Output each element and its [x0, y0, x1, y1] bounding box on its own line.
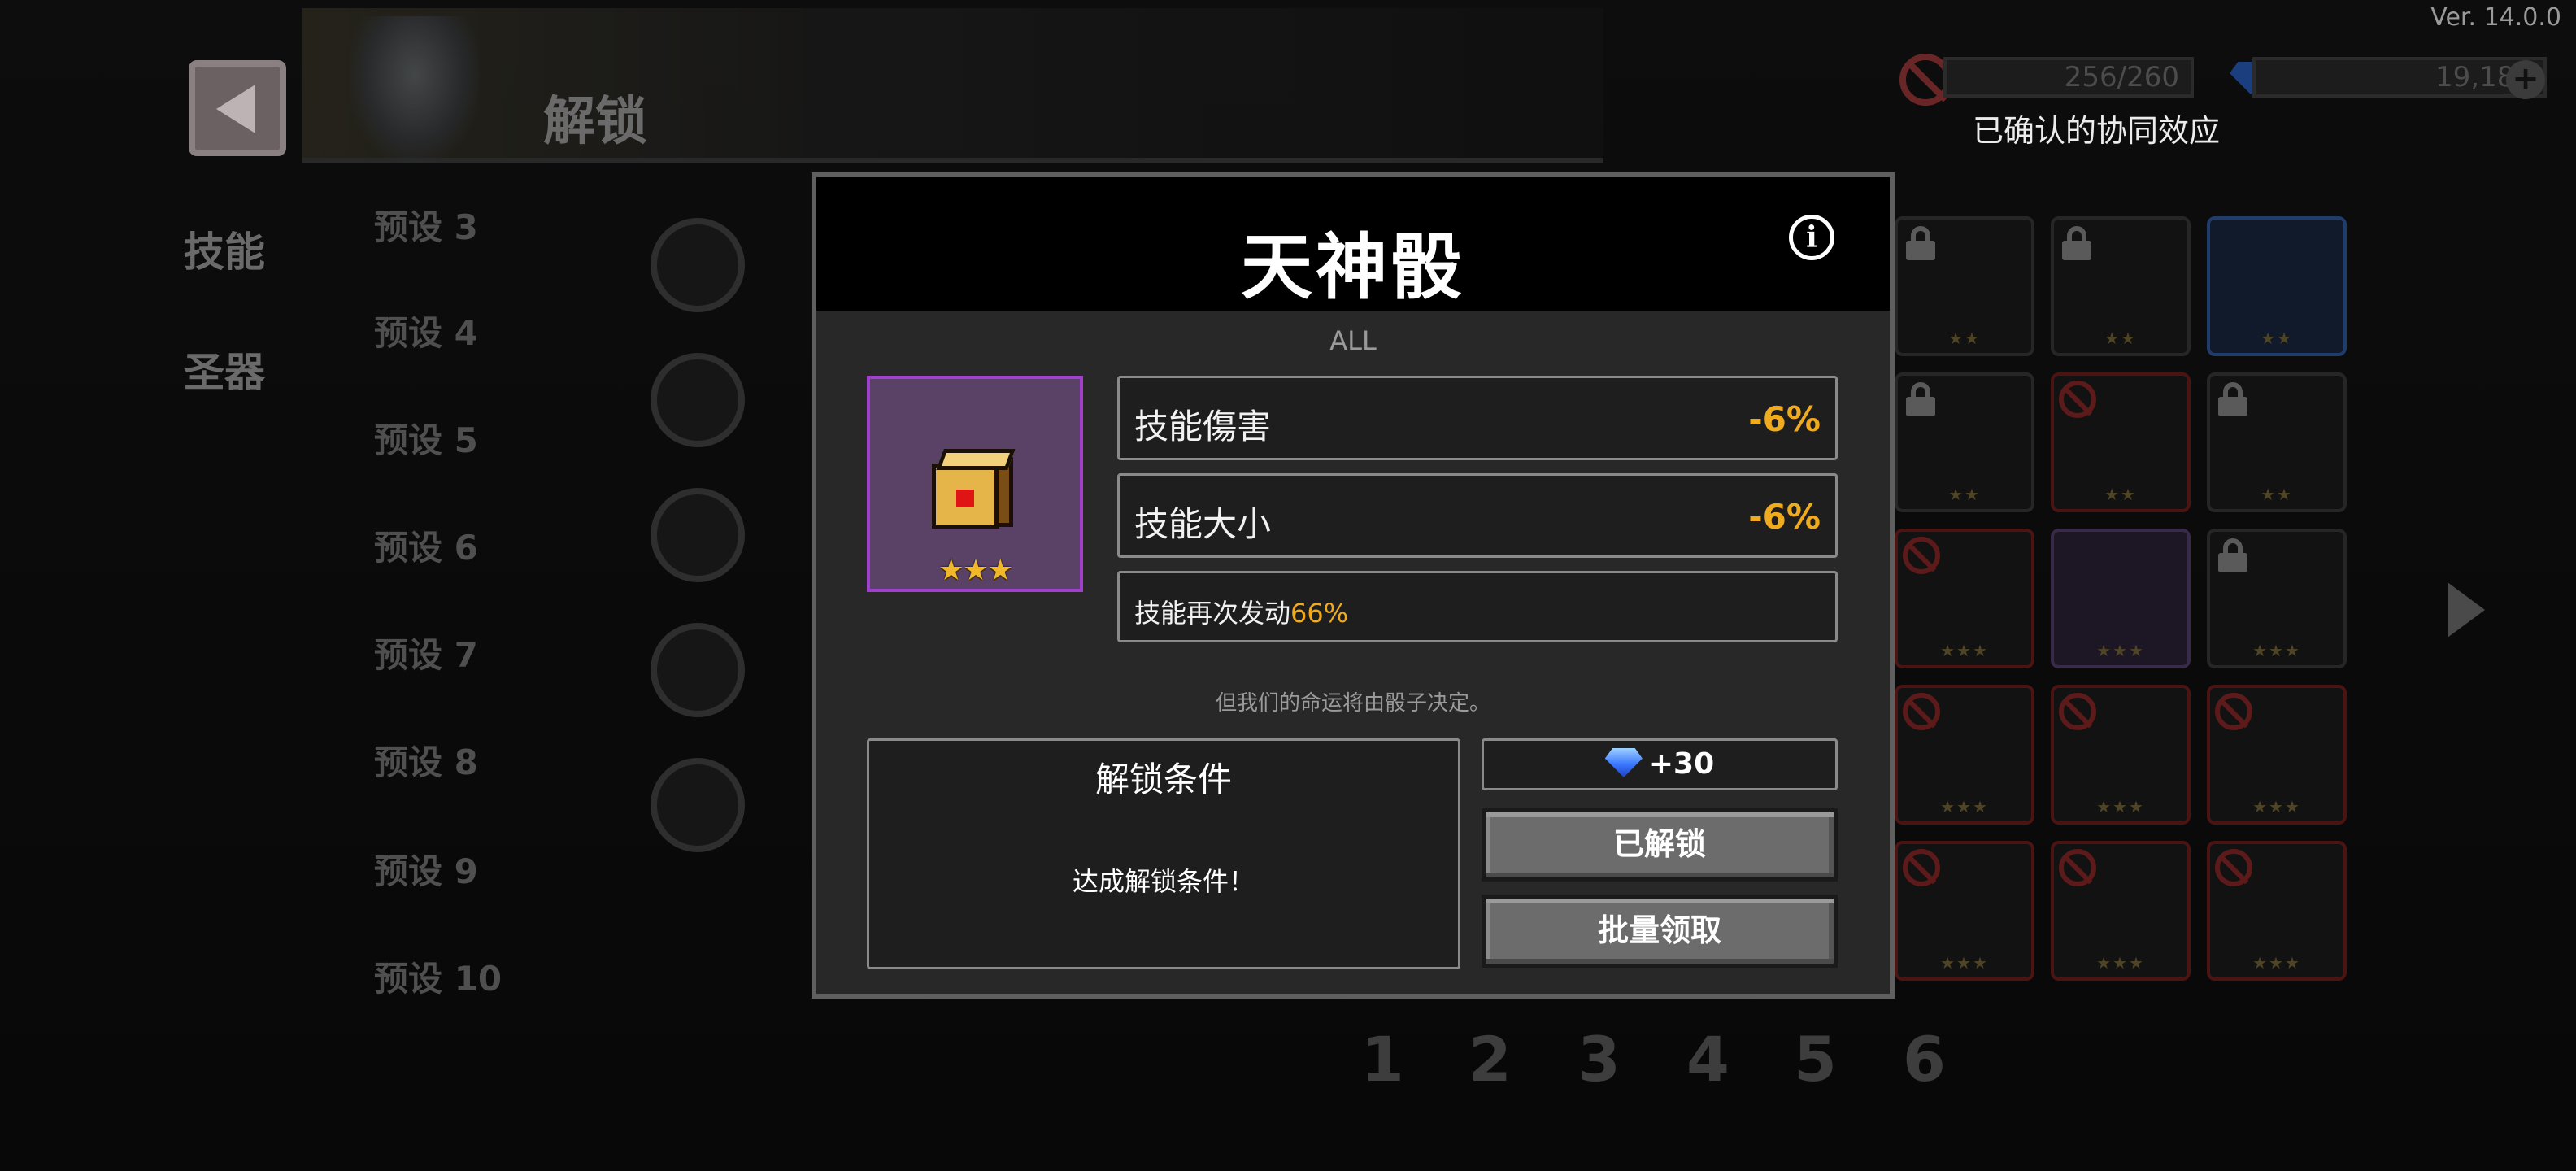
page-button[interactable]: 2	[1469, 1023, 1512, 1095]
header-bar	[302, 8, 1603, 163]
preset-item[interactable]: 预设 4	[374, 306, 478, 355]
banned-icon	[2059, 693, 2096, 730]
unlock-condition-text: 达成解锁条件！	[1072, 866, 1255, 897]
preset-item[interactable]: 预设 10	[374, 951, 502, 1001]
lock-icon	[2217, 538, 2249, 572]
gem-icon	[1604, 748, 1643, 777]
relic-icon-frame: ★★★	[867, 376, 1083, 592]
gem-balance: 19,180	[2252, 57, 2547, 98]
category-label: ALL	[1329, 325, 1377, 356]
banned-icon	[1903, 693, 1940, 730]
preset-item[interactable]: 预设 5	[374, 413, 478, 463]
page-title: 解锁	[543, 92, 647, 152]
next-page-arrow-icon[interactable]	[2448, 582, 2485, 638]
recast-row: 技能再次发动66%	[1117, 571, 1838, 642]
version-label: Ver. 14.0.0	[2430, 3, 2561, 32]
relic-slot[interactable]: ★★★	[2207, 529, 2347, 668]
preset-item[interactable]: 预设 9	[374, 844, 478, 894]
recast-text: 技能再次发动	[1134, 598, 1291, 629]
relic-name: 天神骰	[1240, 225, 1465, 309]
stat-value: -6%	[1748, 497, 1821, 537]
recast-percent: 66%	[1290, 598, 1349, 629]
lock-icon	[1904, 382, 1937, 416]
stat-value: -6%	[1748, 399, 1821, 439]
rarity-stars: ★★★	[938, 554, 1014, 587]
tab-relics[interactable]: 圣器	[184, 340, 265, 398]
unlock-condition-box: 解锁条件 达成解锁条件！	[867, 738, 1460, 969]
auto-icon[interactable]	[651, 623, 745, 717]
recast-label: 技能再次发动66%	[1134, 593, 1348, 630]
banned-icon	[2215, 693, 2252, 730]
stat-label: 技能傷害	[1134, 407, 1272, 446]
lock-icon	[1904, 226, 1937, 260]
relic-slot[interactable]: ★★★	[2051, 841, 2191, 981]
relic-slot[interactable]: ★★	[1895, 372, 2034, 512]
reward-amount: +30	[1648, 747, 1715, 781]
unlock-condition-title: 解锁条件	[1094, 760, 1232, 799]
ban-toggle-icon[interactable]	[651, 488, 745, 582]
preset-item[interactable]: 预设 8	[374, 735, 478, 785]
relic-slot[interactable]: ★★★	[2207, 841, 2347, 981]
dice-icon	[932, 449, 1016, 529]
preset-item[interactable]: 预设 3	[374, 200, 478, 250]
page-button[interactable]: 3	[1577, 1023, 1621, 1095]
lock-icon	[2060, 226, 2093, 260]
stat-row: 技能傷害 -6%	[1117, 376, 1838, 460]
relic-slot[interactable]: ★★	[2051, 372, 2191, 512]
stat-label: 技能大小	[1134, 504, 1272, 544]
claim-all-button[interactable]: 批量领取	[1482, 895, 1838, 968]
relic-slot[interactable]: ★★	[2207, 216, 2347, 356]
banned-icon	[2215, 849, 2252, 886]
banned-icon	[1903, 849, 1940, 886]
banned-icon	[2059, 849, 2096, 886]
relic-detail-modal: 天神骰 i ALL ★★★ 技能傷害 -6% 技能大小 -6% 技能再次发动66…	[812, 172, 1895, 999]
relic-slot[interactable]: ★★★	[1895, 529, 2034, 668]
relic-slot[interactable]: ★★	[2051, 216, 2191, 356]
banned-icon	[2059, 381, 2096, 418]
synergy-button[interactable]: 已确认的协同效应	[1973, 106, 2220, 150]
relic-slot[interactable]: ★★★	[2051, 685, 2191, 825]
modal-header: 天神骰 i	[816, 177, 1890, 311]
lock-icon	[2217, 382, 2249, 416]
edit-icon[interactable]	[651, 353, 745, 447]
gem-reward: +30	[1482, 738, 1838, 790]
relic-slot[interactable]: ★★★	[2051, 529, 2191, 668]
flavor-text: 但我们的命运将由骰子决定。	[1215, 691, 1490, 716]
preset-item[interactable]: 预设 7	[374, 628, 478, 677]
page-button[interactable]: 5	[1794, 1023, 1837, 1095]
page-button[interactable]: 6	[1903, 1023, 1946, 1095]
reset-icon[interactable]	[651, 758, 745, 852]
tab-skills[interactable]: 技能	[184, 220, 265, 278]
relic-slot[interactable]: ★★	[1895, 216, 2034, 356]
banned-icon	[1903, 537, 1940, 574]
back-arrow-icon	[216, 85, 255, 133]
relic-slot[interactable]: ★★★	[1895, 685, 2034, 825]
character-portrait	[350, 16, 480, 163]
add-gems-button[interactable]: +	[2506, 60, 2545, 99]
relic-count: 256/260	[1943, 57, 2194, 98]
unlocked-button[interactable]: 已解锁	[1482, 808, 1838, 882]
relic-slot[interactable]: ★★★	[1895, 841, 2034, 981]
info-icon[interactable]: i	[1789, 215, 1834, 260]
relic-slot[interactable]: ★★★	[2207, 685, 2347, 825]
preset-item[interactable]: 预设 6	[374, 520, 478, 570]
stat-row: 技能大小 -6%	[1117, 473, 1838, 558]
search-filter-icon[interactable]	[651, 218, 745, 312]
page-button[interactable]: 4	[1686, 1023, 1730, 1095]
page-button[interactable]: 1	[1361, 1023, 1404, 1095]
relic-slot[interactable]: ★★	[2207, 372, 2347, 512]
back-button[interactable]	[189, 60, 286, 156]
